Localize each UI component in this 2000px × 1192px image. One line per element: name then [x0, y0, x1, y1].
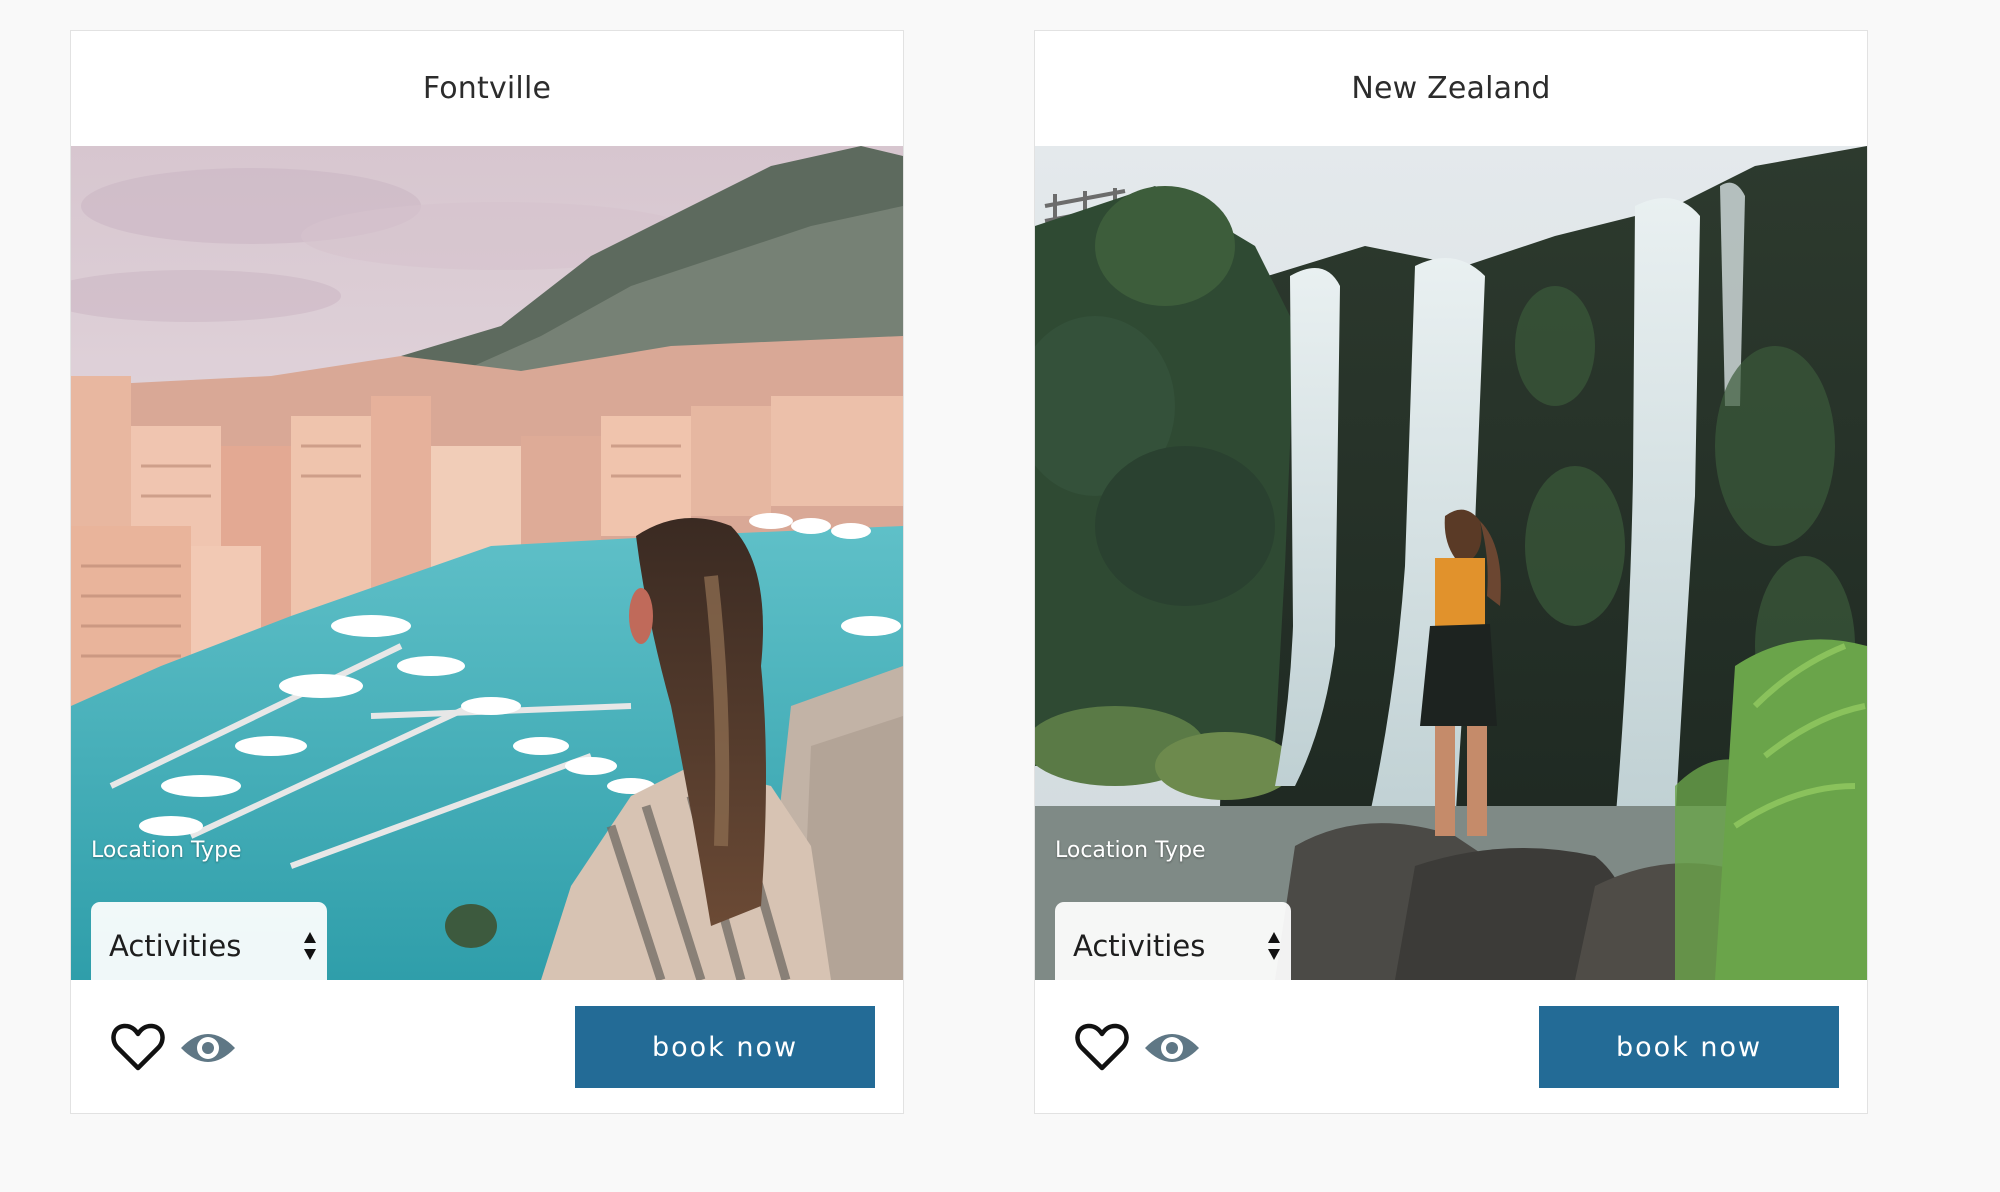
eye-icon[interactable]	[179, 1030, 237, 1066]
card-footer: book now	[71, 980, 903, 1115]
book-now-button[interactable]: book now	[1539, 1006, 1839, 1088]
destination-photo: Location Type Activities	[71, 146, 903, 980]
eye-icon[interactable]	[1143, 1030, 1201, 1066]
select-arrows-icon	[304, 932, 316, 960]
location-type-label: Location Type	[1055, 838, 1206, 863]
location-type-value: Activities	[1073, 929, 1206, 963]
select-arrows-icon	[1268, 932, 1280, 960]
location-type-value: Activities	[109, 929, 242, 963]
heart-outline-icon[interactable]	[1075, 1022, 1129, 1072]
location-type-select[interactable]: Activities	[91, 902, 327, 980]
location-type-select[interactable]: Activities	[1055, 902, 1291, 980]
card-title: New Zealand	[1351, 71, 1551, 106]
heart-outline-icon[interactable]	[111, 1022, 165, 1072]
book-now-button[interactable]: book now	[575, 1006, 875, 1088]
destination-photo: Location Type Activities	[1035, 146, 1867, 980]
location-type-label: Location Type	[91, 838, 242, 863]
destination-card: Fontville Location Type Activities book …	[70, 30, 904, 1114]
destination-card: New Zealand Location Type Activities boo…	[1034, 30, 1868, 1114]
card-footer: book now	[1035, 980, 1867, 1115]
card-title: Fontville	[422, 71, 552, 106]
